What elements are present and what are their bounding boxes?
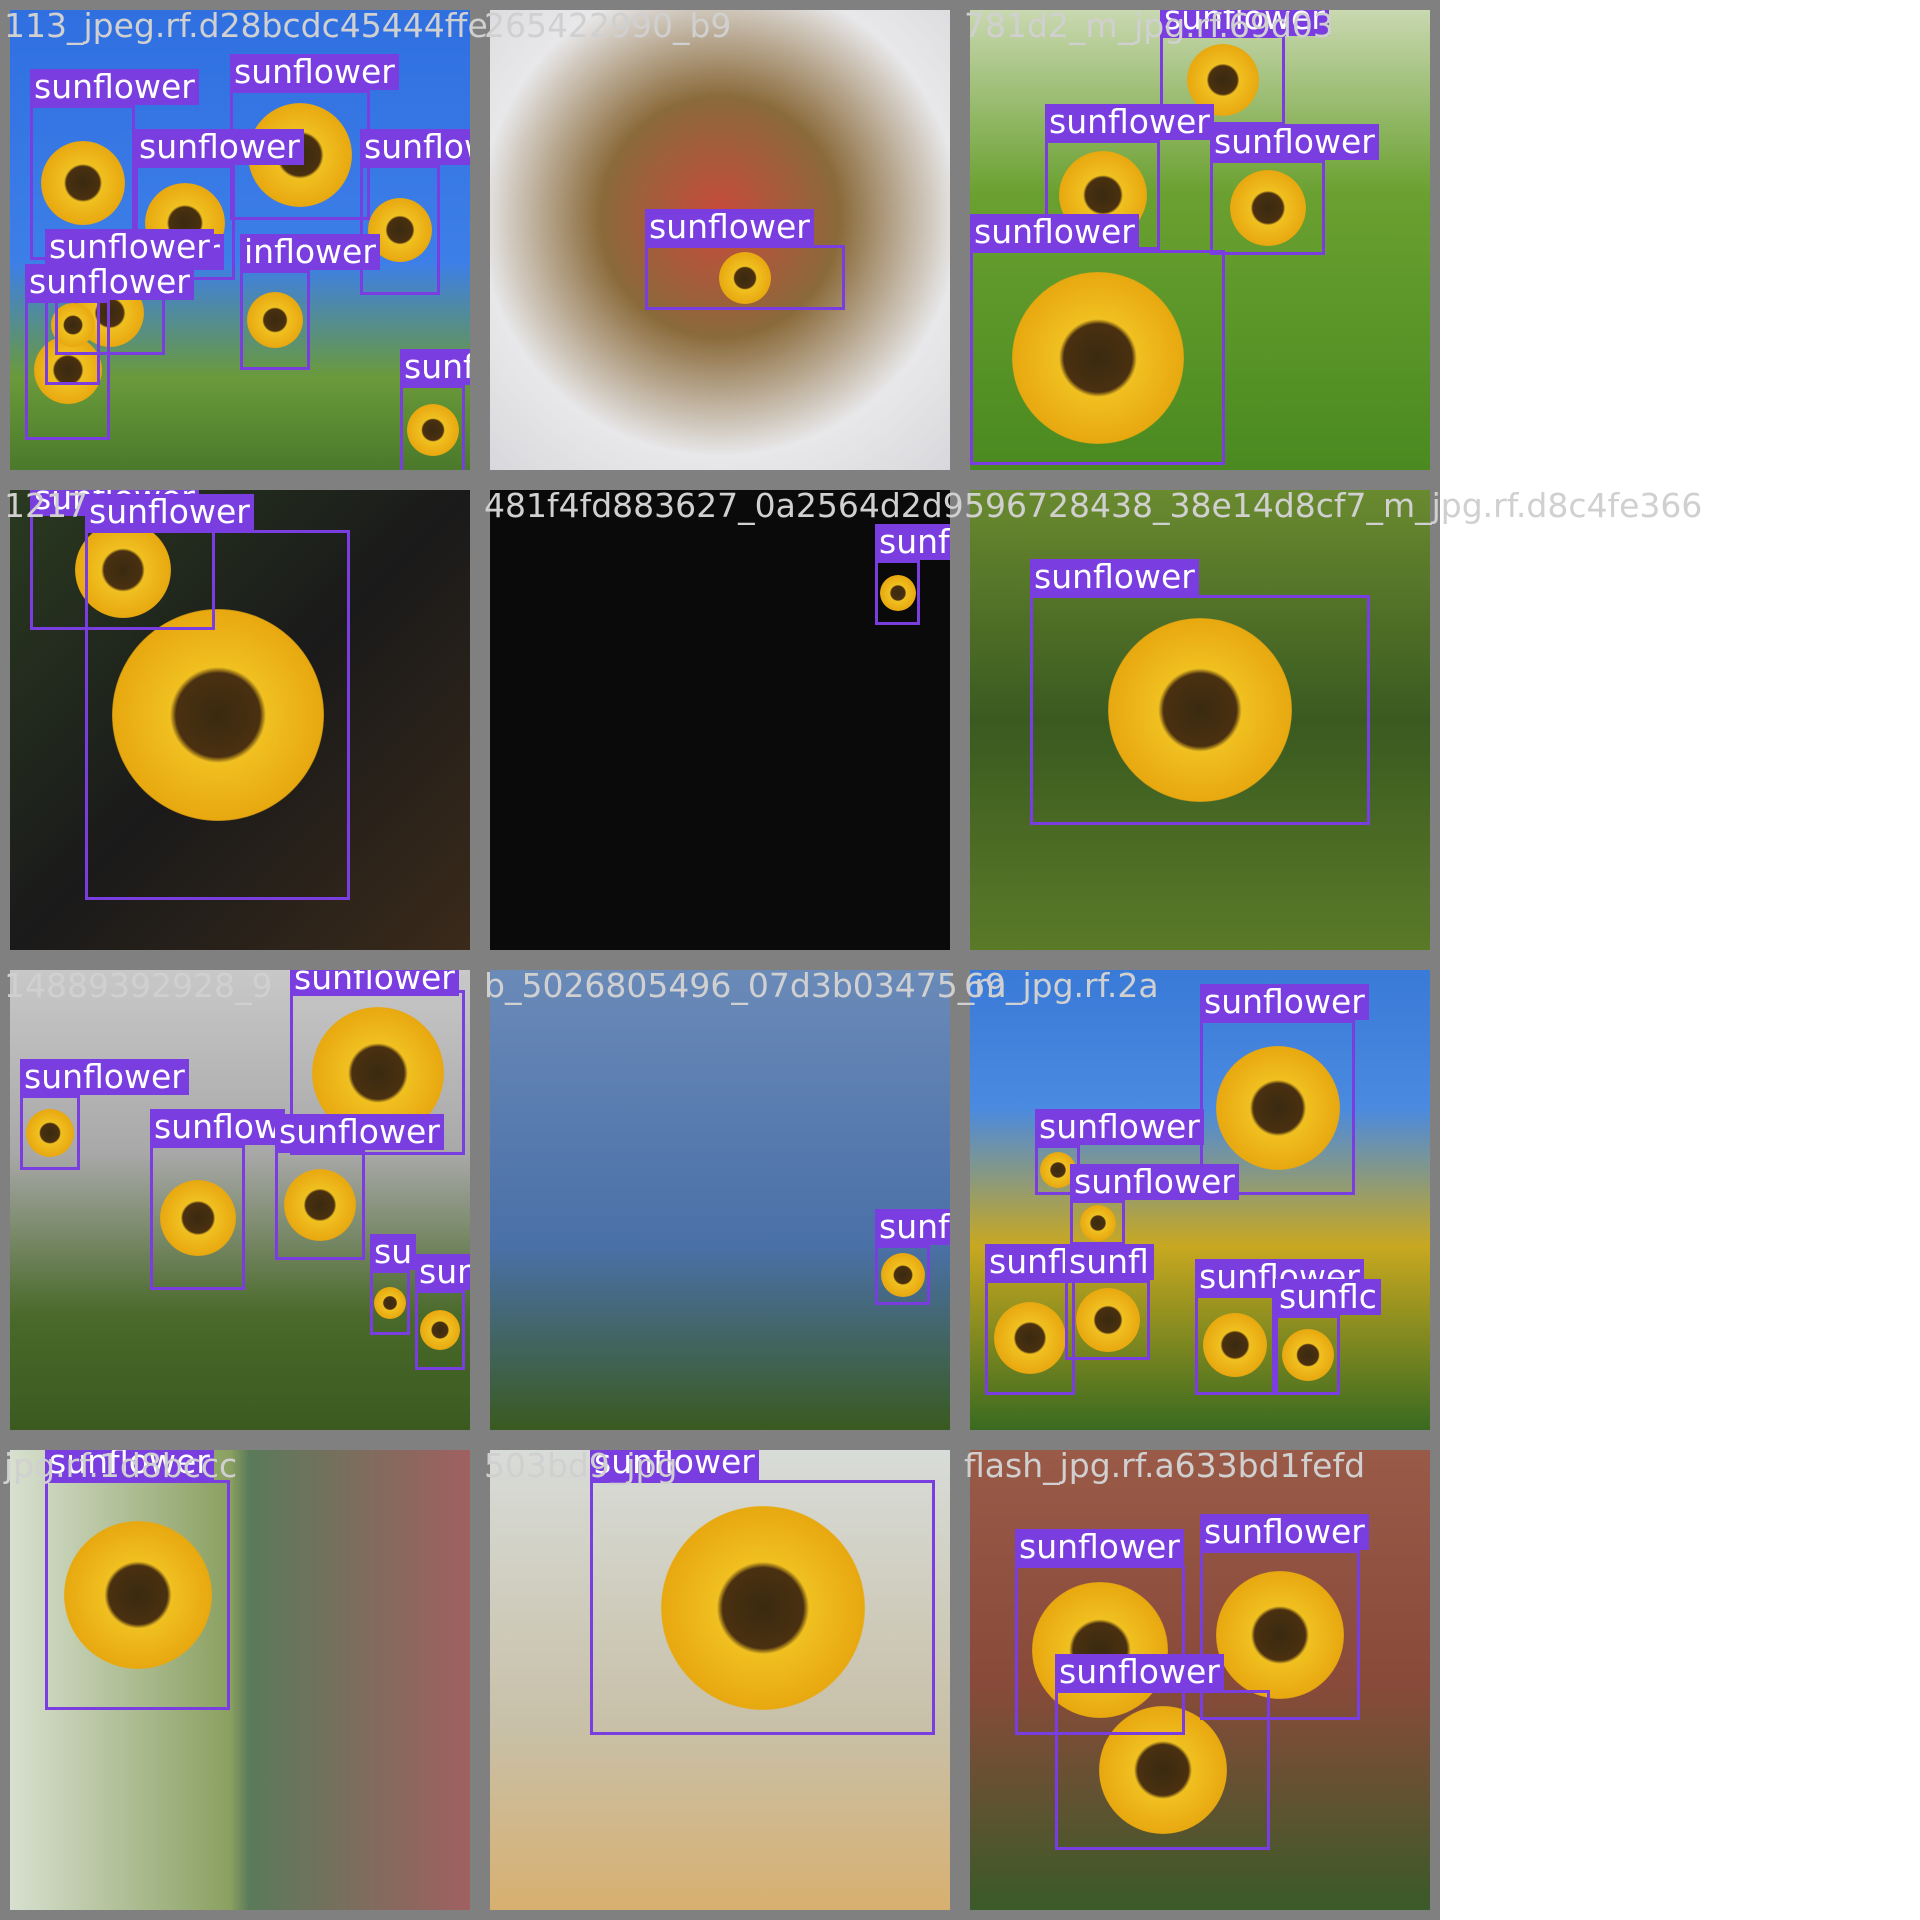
detection-label: sunflower bbox=[645, 209, 814, 245]
detection-label: sunflower bbox=[875, 524, 950, 560]
detection-box bbox=[1210, 160, 1325, 255]
tile-r3c2: sunflower bbox=[480, 960, 960, 1440]
detection-label: sunflower bbox=[1200, 984, 1369, 1020]
tile-filename: 503bd9_jpg bbox=[484, 1446, 678, 1485]
detection-label: sunflower bbox=[400, 349, 470, 385]
detection-box bbox=[45, 1480, 230, 1710]
detection-box bbox=[1275, 1315, 1340, 1395]
detection-box bbox=[1055, 1690, 1270, 1850]
detection-box bbox=[150, 1145, 245, 1290]
detection-label: sunflower bbox=[275, 1114, 444, 1150]
detection-box bbox=[970, 250, 1225, 465]
detection-box bbox=[875, 1245, 930, 1305]
tile-filename: flash_jpg.rf.a633bd1fefd bbox=[964, 1446, 1366, 1485]
detection-label: sunflc bbox=[1275, 1279, 1381, 1315]
tile-r1c2: sunflower bbox=[480, 0, 960, 480]
detection-label: sunflower bbox=[135, 129, 304, 165]
detection-box bbox=[240, 270, 310, 370]
tile-filename: 265422990_b9 bbox=[484, 6, 732, 45]
detection-label: sunflower bbox=[230, 54, 399, 90]
tile-r4c1: sunflower bbox=[0, 1440, 480, 1920]
detection-label: sunfl bbox=[1065, 1244, 1153, 1280]
tile-filename: b_5026805496_07d3b03475_m bbox=[484, 966, 1007, 1005]
detection-label: sunflow bbox=[150, 1109, 285, 1145]
detection-label: sunflower bbox=[85, 494, 254, 530]
tile-r1c1: sunflowersunflowersunflowersunflowersunf… bbox=[0, 0, 480, 480]
detection-box bbox=[360, 165, 440, 295]
detection-label: sunflower bbox=[1070, 1164, 1239, 1200]
detection-box bbox=[1070, 1200, 1125, 1245]
detection-box bbox=[590, 1480, 935, 1735]
detection-label: sunflower bbox=[1210, 124, 1379, 160]
detection-label: sunflower bbox=[45, 229, 214, 265]
detection-box bbox=[645, 245, 845, 310]
detection-box bbox=[985, 1280, 1075, 1395]
tile-r2c2: sunflower bbox=[480, 480, 960, 960]
detection-label: sunflower bbox=[1045, 104, 1214, 140]
detection-label: sunflower bbox=[25, 264, 194, 300]
tile-filename: 596728438_38e14d8cf7_m_jpg.rf.d8c4fe366 bbox=[964, 486, 1703, 525]
detection-box bbox=[275, 1150, 365, 1260]
detection-label: sunflower bbox=[970, 214, 1139, 250]
detection-label: sunflower bbox=[20, 1059, 189, 1095]
tile-filename: 781d2_m_jpg.rf.69d03 bbox=[964, 6, 1334, 45]
detection-box bbox=[20, 1095, 80, 1170]
detection-label: sunflower bbox=[1055, 1654, 1224, 1690]
detection-box bbox=[1030, 595, 1370, 825]
tile-filename: 69_jpg.rf.2a bbox=[964, 966, 1159, 1005]
detection-box bbox=[1065, 1280, 1150, 1360]
tile-r2c3: sunflower bbox=[960, 480, 1440, 960]
detection-label: su bbox=[370, 1234, 417, 1270]
tile-filename: jpg.rf.1d8bccc bbox=[4, 1446, 238, 1485]
detection-box bbox=[415, 1290, 465, 1370]
detection-label: sunflower bbox=[30, 69, 199, 105]
detection-label: sunflower bbox=[875, 1209, 950, 1245]
tile-r2c1: sunflowersunflower bbox=[0, 480, 480, 960]
tile-r1c3: sunflower sunflower sunflower sunflower bbox=[960, 0, 1440, 480]
detection-mosaic: sunflowersunflowersunflowersunflowersunf… bbox=[0, 0, 1920, 1920]
tile-r4c3: sunflower sunflower sunflower bbox=[960, 1440, 1440, 1920]
tile-r3c1: sunflowersunflowersunflowsunflowersusunf… bbox=[0, 960, 480, 1440]
detection-label: inflower bbox=[240, 234, 380, 270]
detection-label: sunflower bbox=[1035, 1109, 1204, 1145]
detection-label: sunflower bbox=[1030, 559, 1199, 595]
detection-label: sunflower bbox=[290, 970, 459, 996]
detection-box bbox=[1195, 1295, 1275, 1395]
detection-label: sunflower bbox=[1200, 1514, 1369, 1550]
detection-box bbox=[370, 1270, 410, 1335]
detection-label: sunflower bbox=[1015, 1529, 1184, 1565]
tile-r4c2: sunflower bbox=[480, 1440, 960, 1920]
tile-filename: 14889392928_9 bbox=[4, 966, 273, 1005]
tile-filename: 1217 bbox=[4, 486, 88, 525]
tile-filename: 113_jpeg.rf.d28bcdc45444ffe bbox=[4, 6, 488, 45]
detection-box bbox=[400, 385, 465, 470]
detection-box bbox=[875, 560, 920, 625]
tile-r3c3: sunflowersunflowersunflowersunflowersunf… bbox=[960, 960, 1440, 1440]
tile-filename: 481f4fd883627_0a2564d2d9 bbox=[484, 486, 964, 525]
detection-label: sunflower bbox=[360, 129, 470, 165]
detection-label: sunflower bbox=[415, 1254, 470, 1290]
detection-box bbox=[85, 530, 350, 900]
